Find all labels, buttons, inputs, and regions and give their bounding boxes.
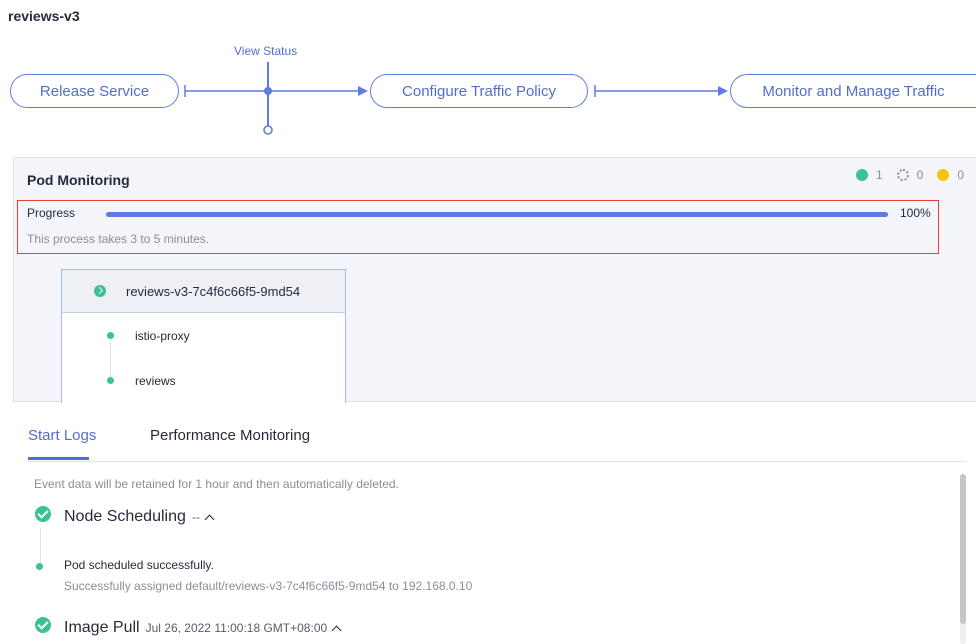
- progress-bar: [106, 212, 888, 217]
- view-status-endpoint: [263, 125, 273, 135]
- pod-card[interactable]: reviews-v3-7c4f6c66f5-9md54 istio-proxy …: [61, 269, 346, 403]
- event-message: Pod scheduled successfully.: [64, 558, 214, 572]
- status-counts: 1 0 0: [855, 168, 964, 182]
- caret-up-icon[interactable]: [331, 625, 342, 636]
- flow-arrow-2: [718, 86, 728, 96]
- tab-performance-monitoring[interactable]: Performance Monitoring: [150, 427, 310, 444]
- container-name: istio-proxy: [135, 328, 190, 343]
- progress-note: This process takes 3 to 5 minutes.: [27, 232, 210, 246]
- panel-title: Pod Monitoring: [27, 172, 130, 188]
- pod-name: reviews-v3-7c4f6c66f5-9md54: [126, 283, 301, 299]
- running-status-icon: [855, 169, 868, 181]
- scrollbar-thumb[interactable]: [960, 474, 966, 624]
- pending-spinner-icon: [896, 169, 909, 181]
- logs-scrollbar[interactable]: [960, 474, 966, 644]
- progress-label: Progress: [27, 206, 76, 220]
- check-circle-icon: [35, 506, 51, 522]
- progress-percent: 100%: [900, 206, 931, 220]
- event-detail: Successfully assigned default/reviews-v3…: [64, 579, 473, 593]
- container-status-dot: [107, 377, 114, 384]
- pod-monitoring-panel: Pod Monitoring 1 0 0 Progress 100% This …: [13, 157, 976, 403]
- progress-section: Progress 100% This process takes 3 to 5 …: [17, 200, 939, 254]
- warning-count: 0: [957, 168, 964, 182]
- running-count: 1: [875, 168, 883, 182]
- configure-traffic-policy-step[interactable]: Configure Traffic Policy: [370, 74, 588, 108]
- release-service-step[interactable]: Release Service: [10, 74, 179, 108]
- event-title: Node Scheduling: [64, 508, 186, 525]
- event-time: --: [191, 510, 200, 524]
- pod-header[interactable]: reviews-v3-7c4f6c66f5-9md54: [62, 270, 345, 313]
- event-status-dot: [36, 563, 43, 570]
- event-image-pull[interactable]: Image Pull Jul 26, 2022 11:00:18 GMT+08:0…: [64, 619, 342, 637]
- event-time: Jul 26, 2022 11:00:18 GMT+08:00: [145, 621, 328, 635]
- view-status-link[interactable]: View Status: [234, 44, 297, 58]
- container-item[interactable]: istio-proxy: [62, 313, 345, 358]
- arrow-right-circle-icon: [94, 285, 106, 297]
- event-connector: [40, 528, 41, 563]
- active-tab-indicator: [28, 457, 89, 460]
- caret-up-icon[interactable]: [204, 514, 215, 525]
- tab-start-logs[interactable]: Start Logs: [28, 427, 96, 444]
- pending-count: 0: [916, 168, 924, 182]
- monitor-manage-traffic-step[interactable]: Monitor and Manage Traffic: [730, 74, 976, 108]
- warning-circle-icon: [937, 169, 950, 181]
- container-item[interactable]: reviews: [62, 358, 345, 403]
- event-node-scheduling[interactable]: Node Scheduling --: [64, 508, 215, 526]
- view-status-node: [264, 87, 272, 95]
- retention-note: Event data will be retained for 1 hour a…: [34, 477, 399, 491]
- log-tabs: Start Logs Performance Monitoring: [28, 421, 966, 462]
- container-status-dot: [107, 332, 114, 339]
- container-name: reviews: [135, 373, 176, 388]
- event-title: Image Pull: [64, 619, 140, 636]
- check-circle-icon: [35, 617, 51, 633]
- flow-arrow-1: [358, 86, 368, 96]
- progress-bar-fill: [106, 212, 888, 217]
